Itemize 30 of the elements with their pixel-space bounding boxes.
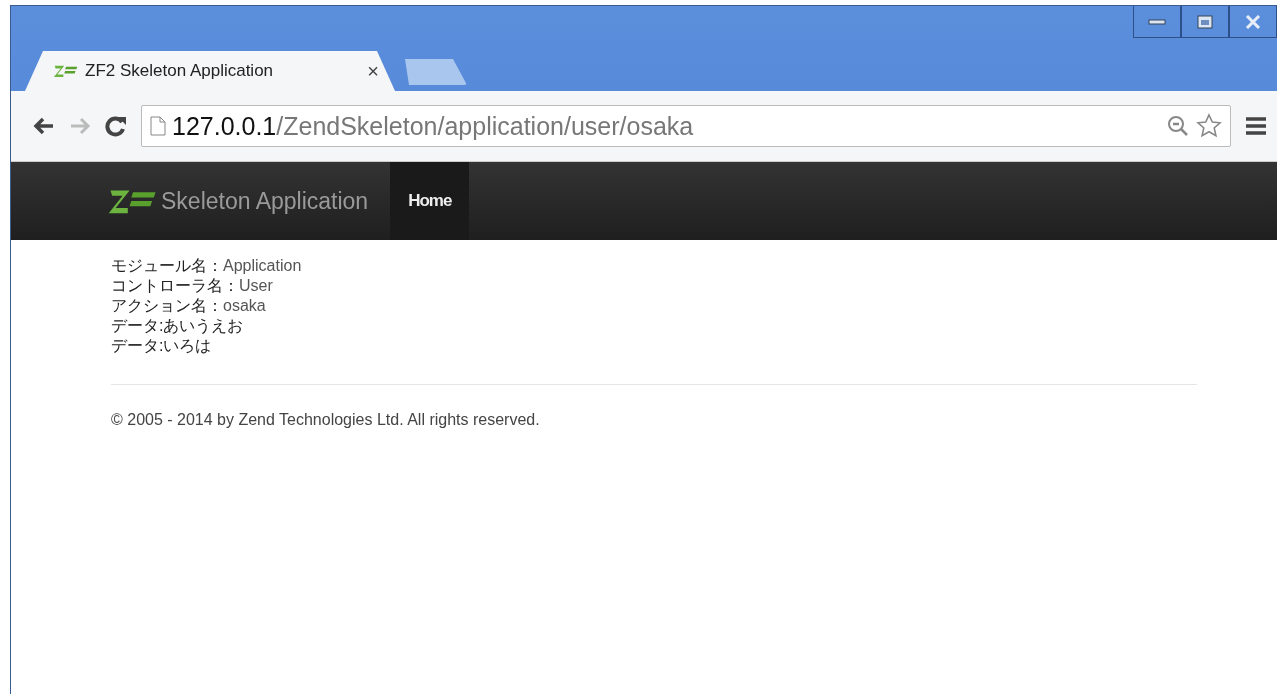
url-path: /ZendSkeleton/application/user/osaka: [276, 111, 694, 141]
copyright-text: © 2005 - 2014 by Zend Technologies Ltd. All rights reserved.: [111, 411, 540, 428]
back-icon[interactable]: [33, 117, 55, 135]
menu-icon[interactable]: [1245, 116, 1267, 136]
browser-tab[interactable]: ZF2 Skeleton Application ×: [25, 51, 395, 91]
close-icon: [1245, 14, 1261, 29]
brand-title[interactable]: Skeleton Application: [161, 187, 369, 215]
page-icon: [150, 116, 166, 136]
maximize-icon: [1197, 14, 1213, 29]
data-line: データ:あいうえお: [111, 316, 244, 336]
field-value: User: [239, 276, 273, 296]
minimize-icon: [1148, 18, 1166, 25]
logo-icon: [53, 64, 79, 78]
close-icon[interactable]: ×: [367, 59, 379, 83]
field-value: Application: [223, 256, 302, 276]
address-bar[interactable]: 127.0.0.1/ZendSkeleton/application/user/osaka: [141, 105, 1231, 147]
field-label: コントローラ名：: [111, 276, 239, 296]
nav-link[interactable]: Home: [390, 162, 470, 240]
maximize-button[interactable]: [1181, 6, 1229, 38]
close-button[interactable]: [1229, 6, 1277, 38]
tab-title: ZF2 Skeleton Application: [85, 61, 275, 81]
star-icon[interactable]: [1196, 113, 1222, 139]
field-label: アクション名：: [111, 296, 223, 316]
url-host: 127.0.0.1: [172, 111, 277, 141]
reload-icon[interactable]: [105, 115, 127, 137]
minimize-button[interactable]: [1133, 6, 1181, 38]
data-line: データ:いろは: [111, 336, 212, 356]
field-label: モジュール名：: [111, 256, 223, 276]
field-value: osaka: [223, 296, 266, 316]
zoom-icon[interactable]: [1166, 114, 1190, 138]
